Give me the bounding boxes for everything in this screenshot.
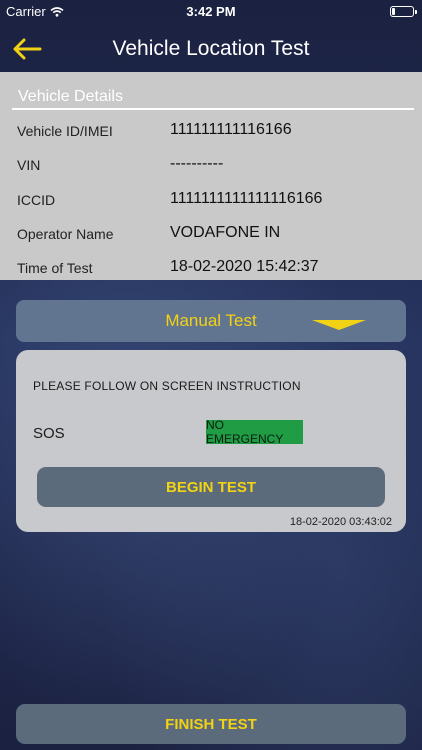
vehicle-details-panel: Vehicle Details Vehicle ID/IMEI 11111111… bbox=[0, 72, 422, 280]
instruction-text: PLEASE FOLLOW ON SCREEN INSTRUCTION bbox=[33, 379, 301, 393]
page-title: Vehicle Location Test bbox=[112, 37, 310, 60]
detail-value: 111111111116166 bbox=[170, 121, 292, 138]
test-timestamp: 18-02-2020 03:43:02 bbox=[289, 516, 392, 528]
detail-row-iccid: ICCID 1111111111111116166 bbox=[17, 190, 417, 214]
detail-value: 18-02-2020 15:42:37 bbox=[170, 258, 319, 275]
detail-row-time: Time of Test 18-02-2020 15:42:37 bbox=[17, 258, 417, 282]
detail-label: VIN bbox=[17, 157, 41, 173]
detail-label: Vehicle ID/IMEI bbox=[17, 123, 113, 139]
vehicle-details-title: Vehicle Details bbox=[18, 88, 123, 105]
vehicle-details-heading: Vehicle Details bbox=[12, 86, 414, 110]
detail-label: Time of Test bbox=[17, 260, 93, 276]
detail-row-operator: Operator Name VODAFONE IN bbox=[17, 224, 417, 248]
clock: 3:42 PM bbox=[186, 4, 236, 19]
battery-icon bbox=[390, 6, 417, 17]
detail-row-imei: Vehicle ID/IMEI 111111111116166 bbox=[17, 121, 417, 145]
detail-value: 1111111111111116166 bbox=[170, 190, 323, 207]
detail-label: Operator Name bbox=[17, 226, 114, 242]
detail-value: VODAFONE IN bbox=[170, 224, 281, 241]
detail-label: ICCID bbox=[17, 192, 56, 208]
test-card: PLEASE FOLLOW ON SCREEN INSTRUCTION SOS … bbox=[16, 350, 406, 532]
detail-row-vin: VIN ---------- bbox=[17, 155, 417, 179]
navigation-bar: Vehicle Location Test bbox=[0, 26, 422, 72]
detail-value: ---------- bbox=[170, 155, 224, 172]
chevron-down-icon bbox=[312, 317, 366, 330]
sos-status-badge: NO EMERGENCY bbox=[206, 418, 303, 446]
finish-test-button[interactable]: FINISH TEST bbox=[16, 704, 406, 744]
status-bar: Carrier 3:42 PM bbox=[0, 0, 422, 22]
test-type-dropdown[interactable]: Manual Test bbox=[16, 300, 406, 342]
sos-label: SOS bbox=[33, 425, 65, 442]
begin-test-button[interactable]: BEGIN TEST bbox=[37, 467, 385, 507]
